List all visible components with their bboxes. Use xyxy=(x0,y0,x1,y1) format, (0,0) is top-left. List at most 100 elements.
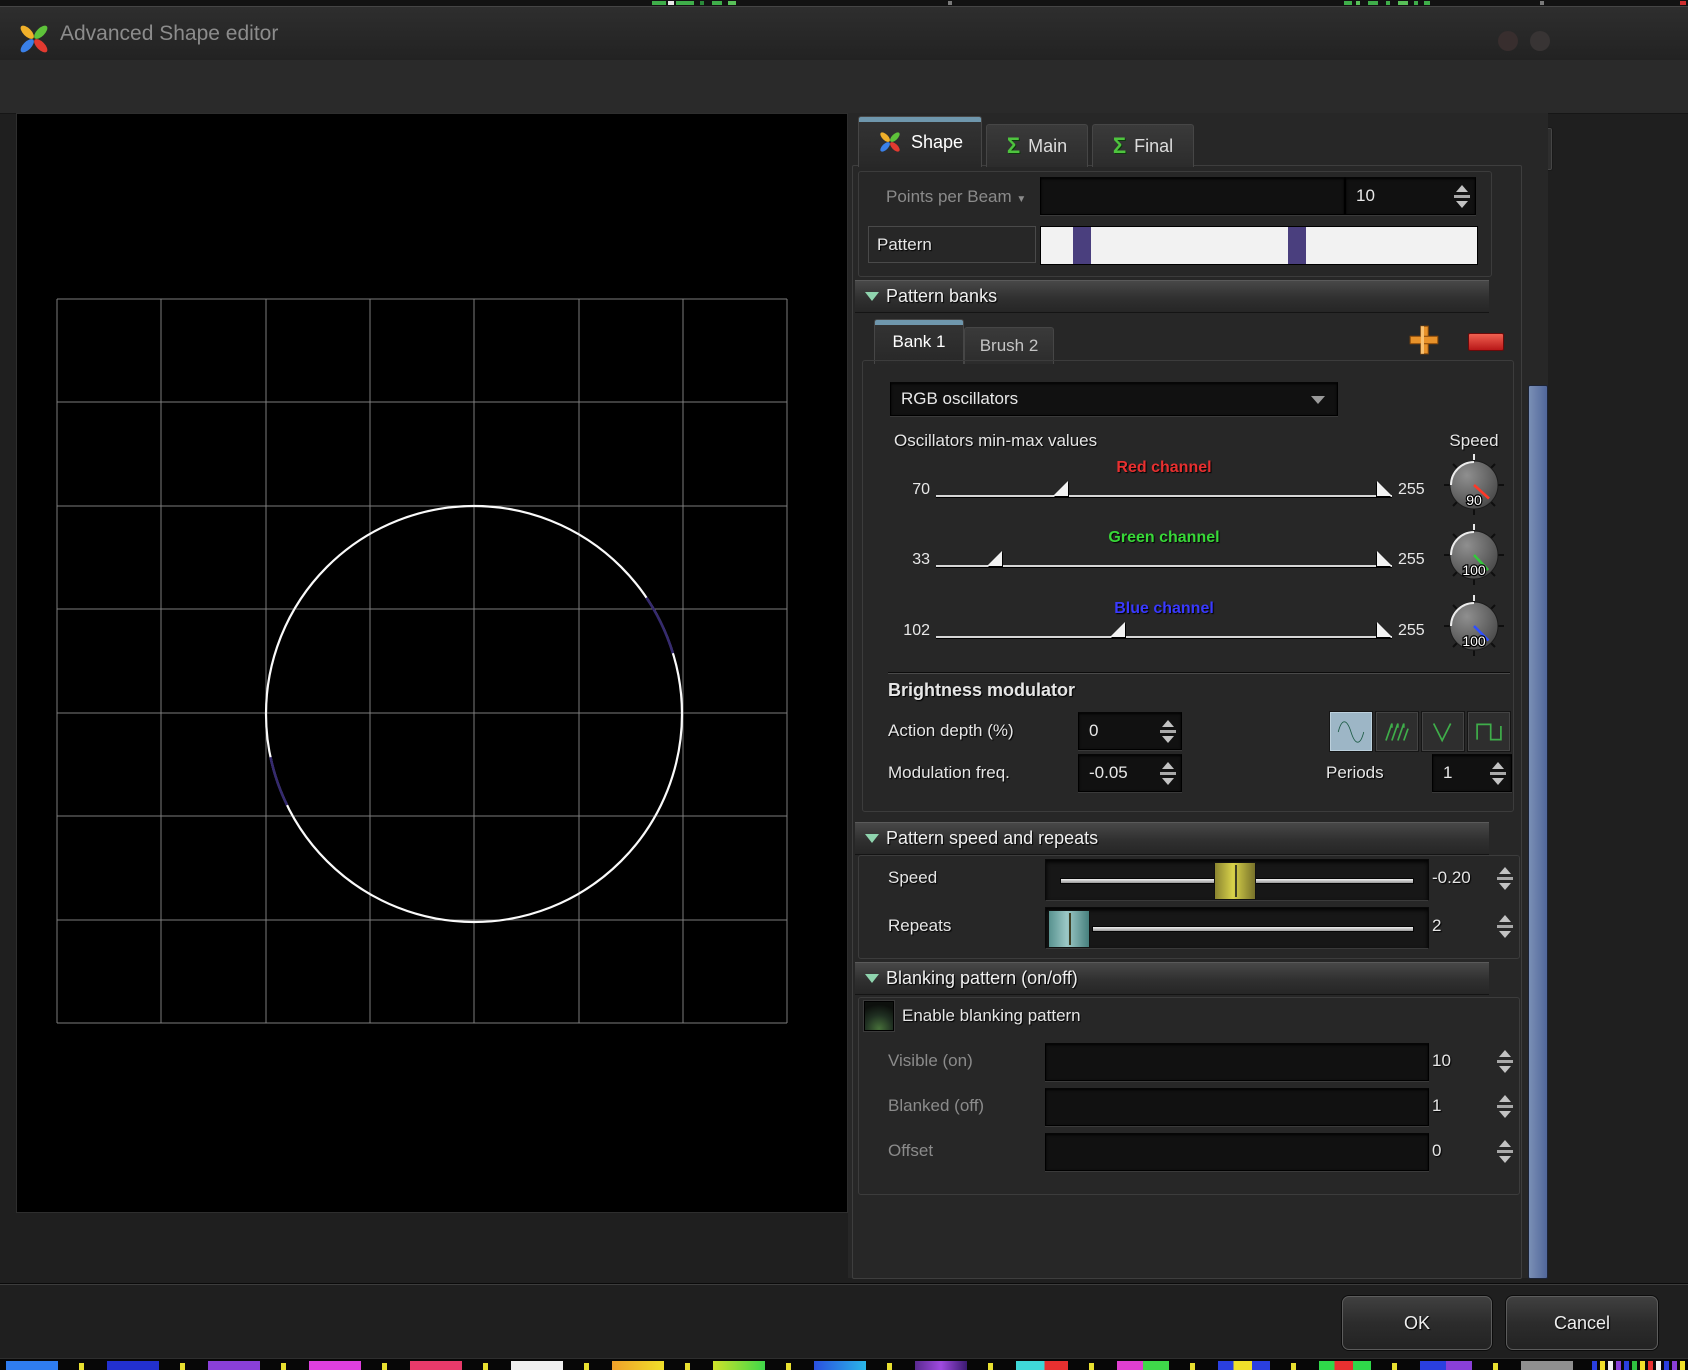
red-min-value: 70 xyxy=(876,481,930,499)
palette-bar xyxy=(1656,1361,1661,1370)
palette-swatch[interactable] xyxy=(1521,1361,1573,1370)
triangle-wave-button[interactable] xyxy=(1422,712,1464,751)
palette-swatch[interactable] xyxy=(309,1361,361,1370)
sine-wave-button[interactable] xyxy=(1330,712,1372,751)
palette-swatch[interactable] xyxy=(1218,1361,1270,1370)
modulation-freq-spinner[interactable] xyxy=(1157,758,1179,788)
palette-swatch[interactable] xyxy=(915,1361,967,1370)
action-depth-spinbox[interactable]: 0 xyxy=(1078,712,1182,750)
palette-swatch[interactable] xyxy=(1319,1361,1371,1370)
ok-button[interactable]: OK xyxy=(1342,1296,1492,1350)
offset-slider[interactable] xyxy=(1045,1133,1429,1171)
square-wave-button[interactable] xyxy=(1468,712,1510,751)
blue-min-handle[interactable] xyxy=(1110,622,1125,637)
plus-icon xyxy=(1406,323,1442,357)
top-strip-mark xyxy=(712,1,722,5)
offset-label: Offset xyxy=(888,1141,933,1161)
tab-shape[interactable]: Shape xyxy=(858,116,982,167)
palette-swatch[interactable] xyxy=(1117,1361,1169,1370)
offset-spinner[interactable] xyxy=(1494,1136,1516,1166)
green-min-handle[interactable] xyxy=(987,551,1002,566)
window-minimize-button[interactable] xyxy=(1498,31,1518,51)
palette-swatch[interactable] xyxy=(1016,1361,1068,1370)
top-strip-mark xyxy=(668,1,674,5)
cancel-button[interactable]: Cancel xyxy=(1506,1296,1658,1350)
points-per-beam-slider[interactable] xyxy=(1040,177,1345,215)
action-depth-spinner[interactable] xyxy=(1157,716,1179,746)
enable-blanking-checkbox[interactable] xyxy=(864,1001,894,1031)
window-close-button[interactable] xyxy=(1530,31,1550,51)
repeats-spinner[interactable] xyxy=(1494,911,1516,941)
slider-track xyxy=(936,565,1392,567)
periods-spinner[interactable] xyxy=(1487,758,1509,788)
green-min-value: 33 xyxy=(876,551,930,569)
speed-spinner[interactable] xyxy=(1494,863,1516,893)
palette-swatch[interactable] xyxy=(814,1361,866,1370)
palette-swatch[interactable] xyxy=(6,1361,58,1370)
top-strip-mark xyxy=(728,1,736,5)
points-per-beam-label[interactable]: Points per Beam ▼ xyxy=(886,187,1026,207)
palette-tick xyxy=(180,1363,185,1370)
tab-main[interactable]: Σ Main xyxy=(986,124,1088,167)
preview-canvas[interactable] xyxy=(16,113,848,1213)
panel-scrollbar[interactable] xyxy=(1528,385,1548,1279)
pattern-speed-header[interactable]: Pattern speed and repeats xyxy=(855,822,1489,855)
red-minmax-slider[interactable] xyxy=(936,481,1392,497)
slider-track xyxy=(936,495,1392,497)
title-bar[interactable]: Advanced Shape editor xyxy=(0,6,1688,61)
palette-tick xyxy=(1392,1363,1397,1370)
red-speed-knob[interactable]: 90 xyxy=(1442,453,1506,517)
palette-swatch[interactable] xyxy=(208,1361,260,1370)
square-wave-icon xyxy=(1472,717,1506,747)
tab-brush-2[interactable]: Brush 2 xyxy=(964,327,1054,364)
sigma-icon: Σ xyxy=(1007,133,1020,159)
palette-swatch[interactable] xyxy=(511,1361,563,1370)
red-min-handle[interactable] xyxy=(1053,481,1068,496)
palette-swatch[interactable] xyxy=(410,1361,462,1370)
green-channel-label: Green channel xyxy=(936,529,1392,547)
modulation-freq-spinbox[interactable]: -0.05 xyxy=(1078,754,1182,792)
blue-minmax-slider[interactable] xyxy=(936,622,1392,638)
green-max-handle[interactable] xyxy=(1377,551,1392,566)
points-per-beam-spinner[interactable] xyxy=(1451,181,1473,211)
palette-swatch[interactable] xyxy=(612,1361,664,1370)
palette-tick xyxy=(786,1363,791,1370)
blanked-off-slider[interactable] xyxy=(1045,1088,1429,1126)
visible-on-spinner[interactable] xyxy=(1494,1046,1516,1076)
palette-swatch[interactable] xyxy=(713,1361,765,1370)
palette-bar xyxy=(1632,1361,1637,1370)
visible-on-slider[interactable] xyxy=(1045,1043,1429,1081)
periods-spinbox[interactable]: 1 xyxy=(1432,754,1512,792)
points-per-beam-spinbox[interactable]: 10 xyxy=(1345,177,1476,215)
top-strip-mark xyxy=(1368,1,1378,5)
repeats-slider[interactable] xyxy=(1045,907,1429,949)
remove-bank-button[interactable] xyxy=(1468,333,1504,351)
palette-swatch[interactable] xyxy=(1420,1361,1472,1370)
tab-bank-1[interactable]: Bank 1 xyxy=(874,319,964,364)
red-max-value: 255 xyxy=(1398,481,1425,499)
pattern-banks-header[interactable]: Pattern banks xyxy=(855,280,1489,313)
green-speed-knob[interactable]: 100 xyxy=(1442,523,1506,587)
oscillator-type-dropdown[interactable]: RGB oscillators xyxy=(890,382,1338,416)
blue-max-handle[interactable] xyxy=(1377,622,1392,637)
palette-bar xyxy=(1592,1361,1597,1370)
speed-slider[interactable] xyxy=(1045,859,1429,901)
repeats-slider-handle[interactable] xyxy=(1048,910,1090,948)
slider-track xyxy=(936,636,1392,638)
top-strip-mark xyxy=(1386,1,1390,5)
blue-channel-label: Blue channel xyxy=(936,600,1392,618)
pattern-preview-bar[interactable] xyxy=(1040,226,1478,265)
blue-speed-knob[interactable]: 100 xyxy=(1442,594,1506,658)
palette-tick xyxy=(79,1363,84,1370)
red-max-handle[interactable] xyxy=(1377,481,1392,496)
green-minmax-slider[interactable] xyxy=(936,551,1392,567)
sawtooth-wave-button[interactable] xyxy=(1376,712,1418,751)
add-bank-button[interactable] xyxy=(1406,323,1442,357)
top-strip-mark xyxy=(1414,1,1418,5)
palette-swatch[interactable] xyxy=(107,1361,159,1370)
speed-slider-handle[interactable] xyxy=(1214,862,1256,900)
blanking-pattern-header[interactable]: Blanking pattern (on/off) xyxy=(855,962,1489,995)
pattern-speed-title: Pattern speed and repeats xyxy=(886,828,1098,849)
tab-final[interactable]: Σ Final xyxy=(1092,124,1194,167)
blanked-off-spinner[interactable] xyxy=(1494,1091,1516,1121)
